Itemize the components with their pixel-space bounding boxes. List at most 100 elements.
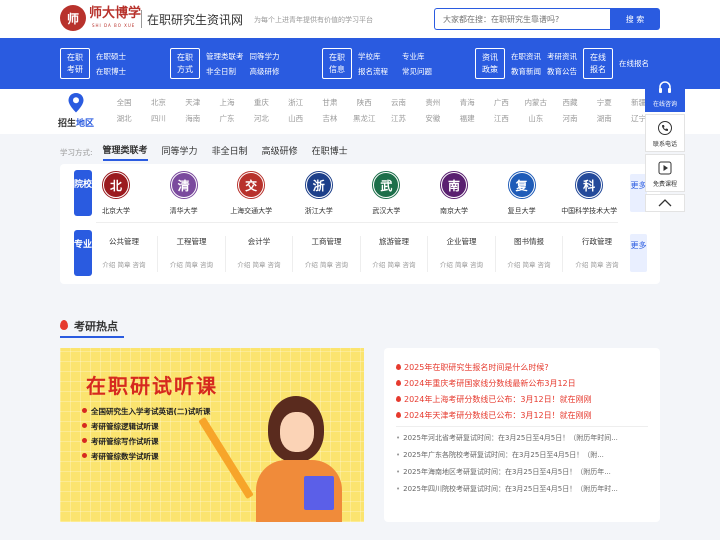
tab-part-time[interactable]: 非全日制 (212, 144, 248, 160)
nav-link[interactable]: 在线报名 (619, 58, 649, 69)
nav-link[interactable]: 教育新闻 (511, 66, 541, 77)
search-input[interactable] (434, 8, 610, 30)
tab-advanced[interactable]: 高级研修 (262, 144, 298, 160)
major-links[interactable]: 介绍 简章 咨询 (496, 259, 562, 269)
major-name: 图书情报 (514, 237, 544, 246)
news-link[interactable]: 2025年广东各院校考研复试时间：在3月25日至4月5日！（附... (396, 450, 648, 460)
nav-link[interactable]: 在职博士 (96, 66, 126, 77)
nav-link[interactable]: 考研资讯 (547, 51, 577, 62)
school-item[interactable]: 浙浙江大学 (285, 170, 353, 216)
news-link[interactable]: 2025年河北省考研复试时间：在3月25日至4月5日！（附历年时间... (396, 433, 648, 443)
region-link[interactable]: 青海 (450, 97, 484, 108)
headline-link[interactable]: 2024年重庆考研国家线分数线最新公布3月12日 (396, 378, 576, 389)
region-link[interactable]: 湖南 (587, 113, 621, 124)
logo[interactable]: 师 (60, 5, 86, 31)
major-links[interactable]: 介绍 简章 咨询 (429, 259, 495, 269)
major-links[interactable]: 介绍 简章 咨询 (91, 259, 157, 269)
tab-equivalent[interactable]: 同等学力 (162, 144, 198, 160)
major-item[interactable]: 工程管理 介绍 简章 咨询 (159, 236, 226, 272)
nav-box-baoming[interactable]: 在线 报名 (583, 48, 613, 79)
region-link[interactable]: 内蒙古 (519, 97, 553, 108)
headline-link[interactable]: 2024年上海考研分数线已公布：3月12日！就在刚刚 (396, 394, 592, 405)
region-link[interactable]: 河南 (553, 113, 587, 124)
tab-doctorate[interactable]: 在职博士 (312, 144, 348, 160)
major-links[interactable]: 介绍 简章 咨询 (159, 259, 225, 269)
major-links[interactable]: 介绍 简章 咨询 (564, 259, 631, 269)
major-links[interactable]: 介绍 简章 咨询 (294, 259, 360, 269)
school-name: 武汉大学 (372, 207, 401, 215)
trial-course-banner[interactable]: 在职研试听课 全国研究生入学考试英语(二)试听课 考研管综逻辑试听课 考研管综写… (60, 348, 364, 522)
online-consult-button[interactable]: 在线咨询 (645, 74, 685, 112)
headline-link[interactable]: 2025年在职研究生报名时间是什么时候? (396, 362, 549, 373)
phone-button[interactable]: 联系电话 (645, 114, 685, 152)
search-button[interactable]: 搜 索 (610, 8, 660, 30)
back-to-top-button[interactable] (645, 194, 685, 212)
major-links[interactable]: 介绍 简章 咨询 (361, 259, 427, 269)
region-link[interactable]: 上海 (210, 97, 244, 108)
region-link[interactable]: 西藏 (553, 97, 587, 108)
news-link[interactable]: 2025年四川院校考研复试时间：在3月25日至4月5日！（附历年时... (396, 484, 648, 494)
free-course-button[interactable]: 免费课程 (645, 154, 685, 192)
nav-link[interactable]: 在职资讯 (511, 51, 541, 62)
nav-box-kaoyan[interactable]: 在职 考研 (60, 48, 90, 79)
region-link[interactable]: 广西 (484, 97, 518, 108)
nav-link[interactable]: 教育公告 (547, 66, 577, 77)
headline-link[interactable]: 2024年天津考研分数线已公布：3月12日！就在刚刚 (396, 410, 592, 421)
region-link[interactable]: 江苏 (381, 113, 415, 124)
region-link[interactable]: 吉林 (313, 113, 347, 124)
nav-box-fangshi[interactable]: 在职 方式 (170, 48, 200, 79)
nav-link[interactable]: 专业库 (402, 51, 432, 62)
region-link[interactable]: 四川 (141, 113, 175, 124)
tab-management-exam[interactable]: 管理类联考 (102, 143, 148, 161)
region-link[interactable]: 陕西 (347, 97, 381, 108)
region-link[interactable]: 贵州 (416, 97, 450, 108)
school-item[interactable]: 交上海交通大学 (217, 170, 285, 216)
major-item[interactable]: 图书情报介绍 简章 咨询 (496, 236, 563, 272)
major-item[interactable]: 旅游管理 介绍 简章 咨询 (361, 236, 428, 272)
major-item[interactable]: 会计学 介绍 简章 咨询 (226, 236, 293, 272)
region-link[interactable]: 云南 (381, 97, 415, 108)
region-link[interactable]: 湖北 (107, 113, 141, 124)
more-majors-button[interactable]: 更多 (630, 234, 647, 272)
school-item[interactable]: 清清华大学 (150, 170, 218, 216)
major-links[interactable]: 介绍 简章 咨询 (226, 259, 292, 269)
school-item[interactable]: 南南京大学 (420, 170, 488, 216)
major-item[interactable]: 公共管理 介绍 简章 咨询 (91, 236, 158, 272)
nav-link[interactable]: 在职硕士 (96, 51, 126, 62)
major-item[interactable]: 工商管理 介绍 简章 咨询 (294, 236, 361, 272)
school-item[interactable]: 武武汉大学 (352, 170, 420, 216)
region-link[interactable]: 安徽 (416, 113, 450, 124)
region-link[interactable]: 广东 (210, 113, 244, 124)
region-link[interactable]: 山西 (278, 113, 312, 124)
nav-box-zixun[interactable]: 资讯 政策 (475, 48, 505, 79)
news-link[interactable]: 2025年海南地区考研复试时间：在3月25日至4月5日！（附历年... (396, 467, 648, 477)
region-link[interactable]: 浙江 (278, 97, 312, 108)
region-link[interactable]: 天津 (176, 97, 210, 108)
region-link[interactable]: 甘肃 (313, 97, 347, 108)
nav-box-xinxi[interactable]: 在职 信息 (322, 48, 352, 79)
nav-link[interactable]: 学校库 (358, 51, 388, 62)
nav-link[interactable]: 同等学力 (250, 51, 280, 62)
school-item[interactable]: 科中国科学技术大学 (555, 170, 623, 216)
region-link[interactable]: 海南 (176, 113, 210, 124)
region-link[interactable]: 北京 (141, 97, 175, 108)
nav-link[interactable]: 非全日制 (206, 66, 244, 77)
region-link[interactable]: 全国 (107, 97, 141, 108)
region-link[interactable]: 黑龙江 (347, 113, 381, 124)
school-emblem: 北 (101, 170, 131, 200)
school-item[interactable]: 复复旦大学 (488, 170, 556, 216)
school-item[interactable]: 北北京大学 (82, 170, 150, 216)
nav-link[interactable]: 管理类联考 (206, 51, 244, 62)
region-link[interactable]: 河北 (244, 113, 278, 124)
region-link[interactable]: 宁夏 (587, 97, 621, 108)
header-divider (141, 10, 142, 28)
nav-link[interactable]: 高级研修 (250, 66, 280, 77)
region-link[interactable]: 山东 (519, 113, 553, 124)
major-item[interactable]: 行政管理 介绍 简章 咨询 (564, 236, 631, 272)
region-link[interactable]: 福建 (450, 113, 484, 124)
major-item[interactable]: 企业管理 介绍 简章 咨询 (429, 236, 496, 272)
region-link[interactable]: 重庆 (244, 97, 278, 108)
nav-link[interactable]: 常见问题 (402, 66, 432, 77)
region-link[interactable]: 江西 (484, 113, 518, 124)
nav-link[interactable]: 报名流程 (358, 66, 388, 77)
